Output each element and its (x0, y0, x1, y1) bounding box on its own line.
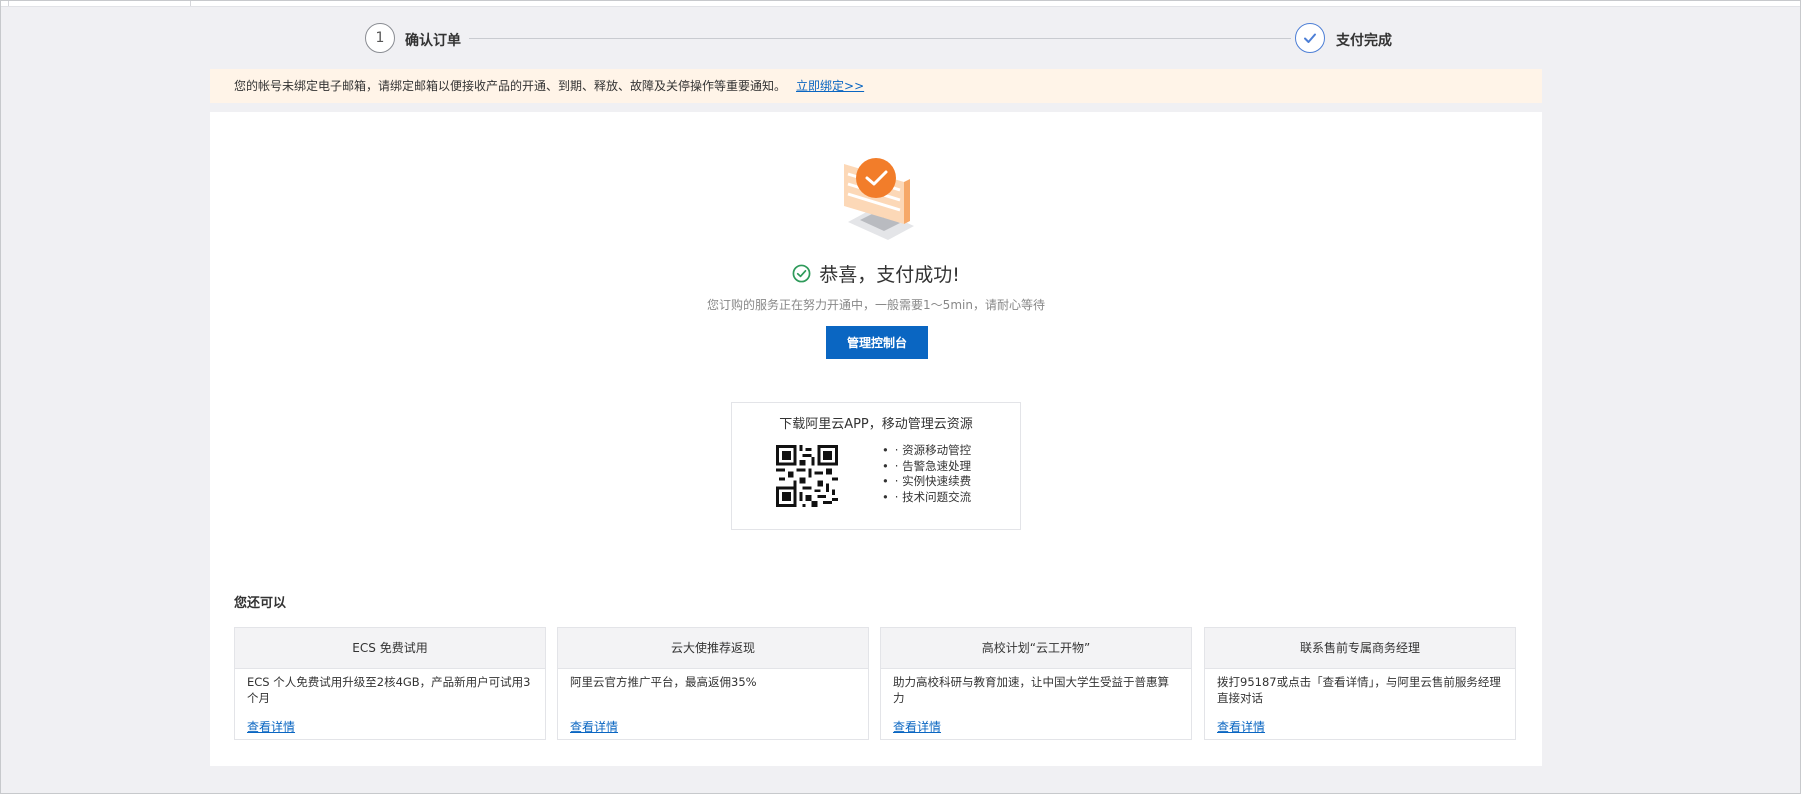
view-details-link[interactable]: 查看详情 (1217, 718, 1265, 735)
list-item: · 技术问题交流 (882, 490, 971, 506)
page-frame: 1 确认订单 支付完成 您的帐号未绑定电子邮箱，请绑定邮箱以便接收产品的开通、到… (0, 0, 1801, 794)
feature-card-desc: 助力高校科研与教育加速，让中国大学生受益于普惠算力 (893, 675, 1169, 705)
app-feature-list: · 资源移动管控 · 告警急速处理 · 实例快速续费 · 技术问题交流 (882, 443, 971, 505)
feature-card-university: 高校计划“云工开物” 助力高校科研与教育加速，让中国大学生受益于普惠算力 查看详… (880, 627, 1192, 740)
feature-card-title: ECS 免费试用 (235, 628, 545, 669)
notice-text: 您的帐号未绑定电子邮箱，请绑定邮箱以便接收产品的开通、到期、释放、故障及关停操作… (234, 79, 787, 93)
payment-result-card: 恭喜，支付成功! 您订购的服务正在努力开通中，一般需要1～5min，请耐心等待 … (210, 112, 1542, 766)
step-2-label: 支付完成 (1336, 33, 1392, 49)
app-download-box: 下载阿里云APP，移动管理云资源 · 资源移动管控 · 告警急速处理 · 实 (731, 402, 1021, 530)
success-heading: 恭喜，支付成功! (210, 260, 1542, 287)
strip-tick (190, 1, 191, 6)
top-strip (1, 1, 1800, 7)
view-details-link[interactable]: 查看详情 (247, 718, 295, 735)
feature-card-desc: 拨打95187或点击「查看详情」，与阿里云售前服务经理直接对话 (1217, 675, 1501, 705)
feature-card-ecs-trial: ECS 免费试用 ECS 个人免费试用升级至2核4GB，产品新用户可试用3个月 … (234, 627, 546, 740)
success-title: 恭喜，支付成功! (819, 264, 960, 286)
step-1-number: 1 (375, 30, 385, 46)
feature-card-desc: 阿里云官方推广平台，最高返佣35% (570, 675, 757, 689)
view-details-link[interactable]: 查看详情 (893, 718, 941, 735)
feature-card-sales-manager: 联系售前专属商务经理 拨打95187或点击「查看详情」，与阿里云售前服务经理直接… (1204, 627, 1516, 740)
success-subtitle: 您订购的服务正在努力开通中，一般需要1～5min，请耐心等待 (707, 298, 1045, 312)
bind-email-link[interactable]: 立即绑定>> (796, 79, 864, 93)
feature-card-desc: ECS 个人免费试用升级至2核4GB，产品新用户可试用3个月 (247, 675, 531, 705)
list-item: · 资源移动管控 (882, 443, 971, 459)
progress-stepper: 1 确认订单 支付完成 (365, 21, 1395, 57)
feature-card-title: 云大使推荐返现 (558, 628, 868, 669)
step-1-label: 确认订单 (405, 33, 461, 49)
strip-tick (8, 1, 9, 6)
manage-console-button[interactable]: 管理控制台 (826, 326, 928, 359)
list-item: · 实例快速续费 (882, 474, 971, 490)
feature-card-title: 联系售前专属商务经理 (1205, 628, 1515, 669)
step-connector (469, 38, 1291, 39)
step-1-circle: 1 (365, 23, 395, 53)
view-details-link[interactable]: 查看详情 (570, 718, 618, 735)
more-section-title: 您还可以 (234, 596, 287, 611)
check-icon (1304, 33, 1316, 43)
check-circle-icon (792, 264, 811, 283)
app-download-title: 下载阿里云APP，移动管理云资源 (779, 417, 973, 432)
feature-card-ambassador: 云大使推荐返现 阿里云官方推广平台，最高返佣35% 查看详情 (557, 627, 869, 740)
feature-card-title: 高校计划“云工开物” (881, 628, 1191, 669)
list-item: · 告警急速处理 (882, 459, 971, 475)
payment-success-illustration (844, 158, 914, 240)
qr-code-icon (776, 445, 838, 507)
step-2-circle (1295, 23, 1325, 53)
email-notice-bar: 您的帐号未绑定电子邮箱，请绑定邮箱以便接收产品的开通、到期、释放、故障及关停操作… (210, 69, 1542, 103)
